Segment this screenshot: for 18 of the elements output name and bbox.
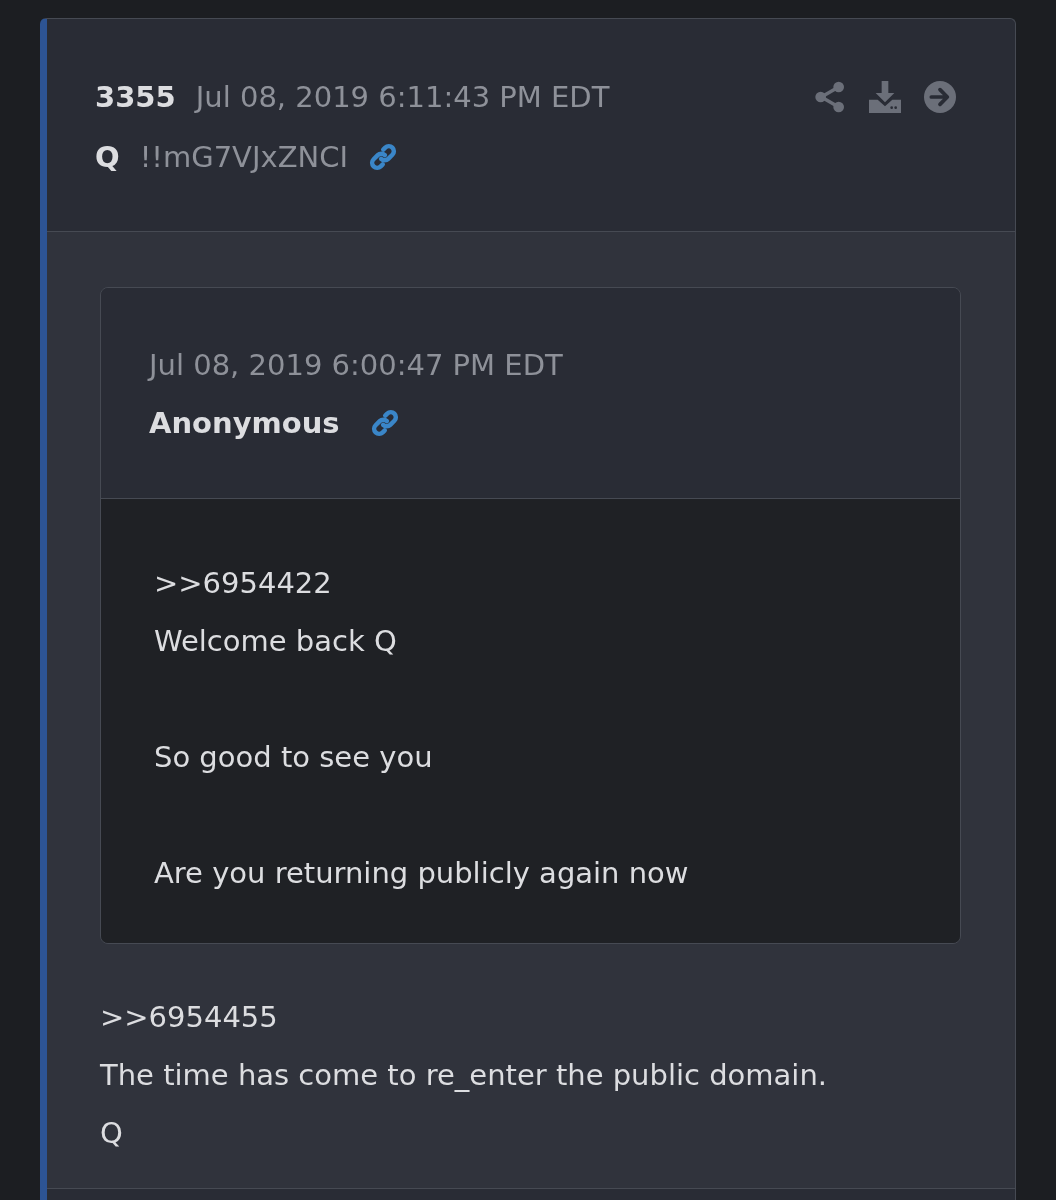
message-text: >>6954455 (100, 1000, 278, 1034)
download-icon[interactable] (869, 81, 901, 113)
post-timestamp: Jul 08, 2019 6:11:43 PM EDT (195, 80, 610, 114)
message-text: So good to see you (154, 740, 433, 774)
message-text: Welcome back Q (154, 624, 397, 658)
message-text: >>6954422 (154, 566, 332, 600)
message-text: Are you returning publicly again now (154, 856, 689, 890)
link-icon[interactable] (369, 408, 400, 438)
share-icon[interactable] (814, 81, 846, 113)
author-name: Q (95, 140, 120, 174)
message-text: The time has come to re_enter the public domain. (100, 1058, 827, 1092)
link-icon[interactable] (368, 142, 398, 172)
tripcode: !!mG7VJxZNCI (139, 140, 348, 174)
arrow-circle-icon[interactable] (924, 81, 956, 113)
quoted-post-timestamp: Jul 08, 2019 6:00:47 PM EDT (149, 348, 563, 382)
post-number: 3355 (95, 80, 176, 114)
quoted-author-name: Anonymous (149, 406, 340, 440)
message-text: Q (100, 1116, 123, 1150)
